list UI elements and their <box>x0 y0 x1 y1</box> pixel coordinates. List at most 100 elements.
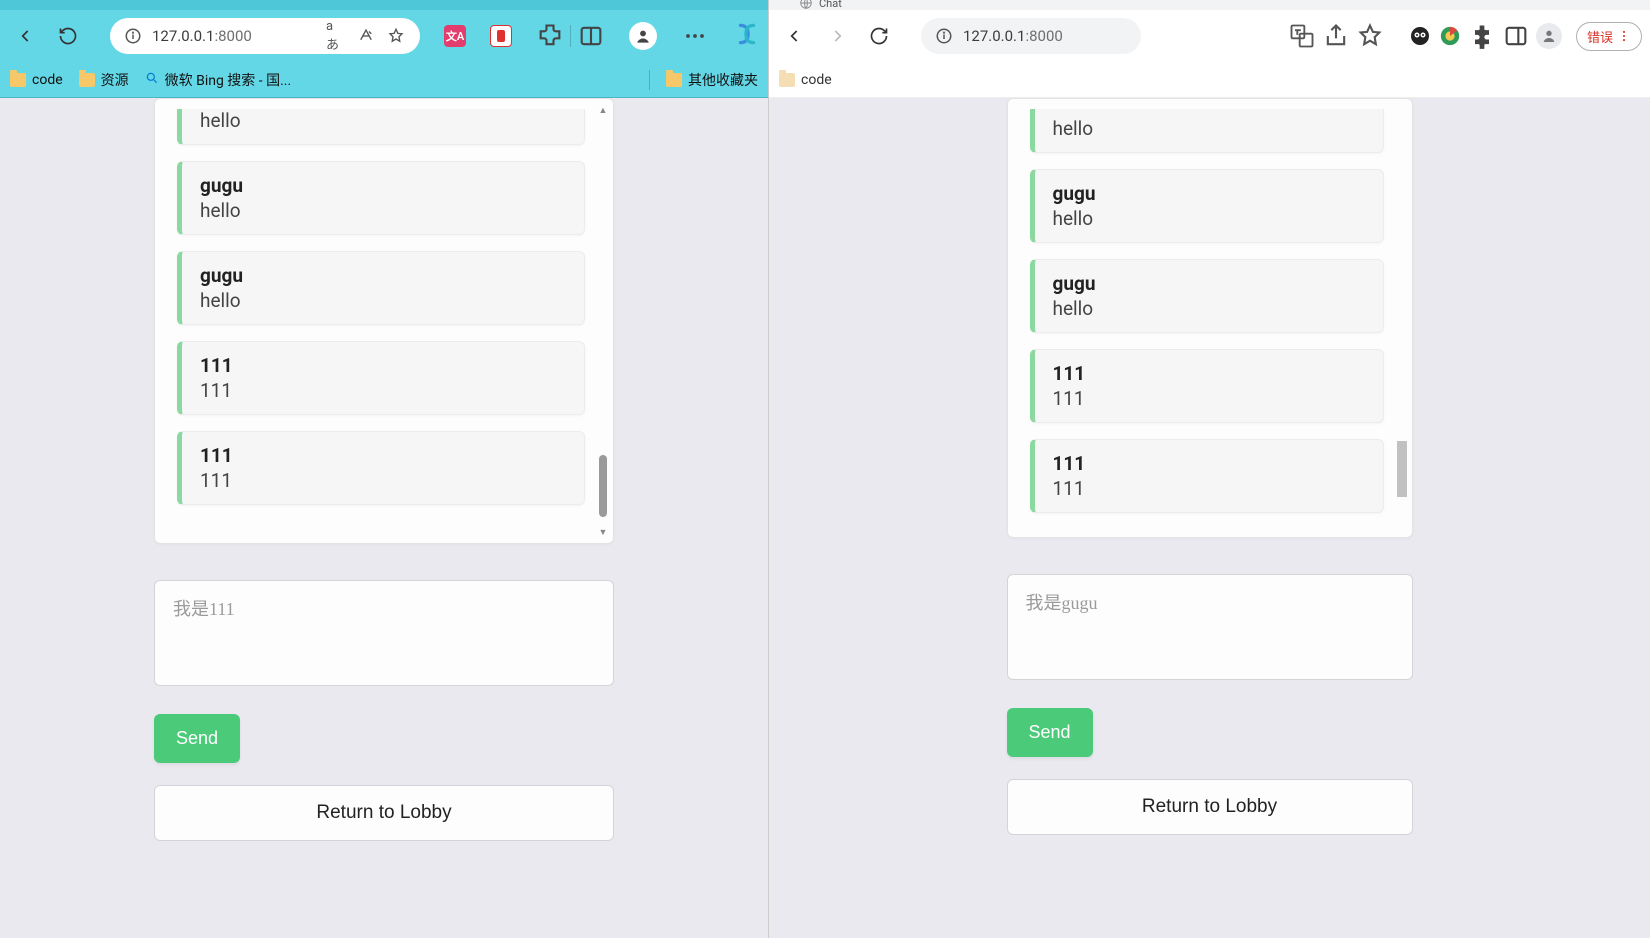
folder-icon <box>10 73 26 87</box>
return-lobby-button[interactable]: Return to Lobby <box>154 785 614 841</box>
tab[interactable]: Chat <box>799 0 842 10</box>
tab-strip <box>0 0 768 10</box>
bookmark-label: code <box>801 72 832 88</box>
translate-icon[interactable] <box>1288 22 1316 50</box>
bookmark-folder[interactable]: code <box>779 72 832 88</box>
back-button[interactable] <box>777 18 813 54</box>
message-text: 111 <box>200 379 566 402</box>
message-sender: gugu <box>200 264 566 287</box>
message-text: hello <box>1053 207 1365 230</box>
chat-message: 111 111 <box>177 341 585 415</box>
extension-icon[interactable]: 文A <box>444 25 466 47</box>
scrollbar[interactable]: ▲ ▼ <box>597 105 609 537</box>
extensions-puzzle-icon[interactable] <box>1468 22 1496 50</box>
bookmark-overflow[interactable]: 其他收藏夹 <box>666 70 758 90</box>
forward-button <box>819 18 855 54</box>
message-text: hello <box>1053 117 1365 140</box>
globe-icon <box>799 0 813 10</box>
address-text: 127.0.0.1:8000 <box>152 27 252 45</box>
separator <box>649 70 650 90</box>
site-info-icon[interactable] <box>935 27 953 45</box>
chat-message: 111 111 <box>1030 439 1384 513</box>
refresh-button[interactable] <box>50 18 86 54</box>
read-aloud-icon[interactable] <box>356 26 376 46</box>
message-sender: gugu <box>1053 272 1365 295</box>
chat-scroll-area[interactable]: hello gugu hello gugu hello 111 111 <box>1024 109 1412 527</box>
scrollbar-thumb[interactable] <box>599 455 607 517</box>
folder-icon <box>79 73 95 87</box>
scrollbar[interactable] <box>1396 105 1408 531</box>
bookmark-label: 资源 <box>101 70 129 90</box>
return-lobby-button[interactable]: Return to Lobby <box>1007 779 1413 835</box>
page-content: hello gugu hello gugu hello 111 111 <box>0 98 768 938</box>
scroll-up-icon[interactable]: ▲ <box>597 105 609 115</box>
chat-app: hello gugu hello gugu hello 111 111 <box>154 98 614 841</box>
bookmark-folder[interactable]: 资源 <box>79 70 129 90</box>
chat-message: hello <box>177 109 585 145</box>
extension-icon[interactable] <box>1438 24 1462 48</box>
more-menu-icon[interactable] <box>681 22 709 50</box>
folder-icon <box>779 73 795 87</box>
favorite-star-icon[interactable] <box>1356 22 1384 50</box>
send-button[interactable]: Send <box>154 714 240 763</box>
error-indicator[interactable]: 错误 <box>1576 22 1642 51</box>
share-icon[interactable] <box>1322 22 1350 50</box>
message-sender: 111 <box>1053 362 1365 385</box>
message-text: hello <box>200 289 566 312</box>
chat-messages-panel: hello gugu hello gugu hello 111 111 <box>1007 98 1413 538</box>
profile-avatar[interactable] <box>1536 23 1562 49</box>
sidepanel-icon[interactable] <box>1502 22 1530 50</box>
extension-icon[interactable] <box>1408 24 1432 48</box>
chat-messages-panel: hello gugu hello gugu hello 111 111 <box>154 98 614 544</box>
scrollbar-thumb[interactable] <box>1397 441 1407 497</box>
message-sender: gugu <box>200 174 566 197</box>
address-bar[interactable]: 127.0.0.1:8000 aあ <box>110 18 420 54</box>
address-text: 127.0.0.1:8000 <box>963 27 1063 45</box>
page-content: hello gugu hello gugu hello 111 111 <box>769 98 1650 938</box>
bookmarks-bar: code 资源 微软 Bing 搜索 - 国... 其他收藏夹 <box>0 62 768 98</box>
message-sender: gugu <box>1053 182 1365 205</box>
message-sender: 111 <box>200 354 566 377</box>
translate-icon[interactable]: aあ <box>326 26 346 46</box>
bookmark-label: 微软 Bing 搜索 - 国... <box>165 70 292 90</box>
message-input[interactable] <box>154 580 614 686</box>
message-sender: 111 <box>200 444 566 467</box>
message-sender: 111 <box>1053 452 1365 475</box>
tab-strip: Chat <box>769 0 1650 10</box>
chat-message: gugu hello <box>1030 259 1384 333</box>
refresh-button[interactable] <box>861 18 897 54</box>
profile-avatar[interactable] <box>629 22 657 50</box>
chat-message: gugu hello <box>1030 169 1384 243</box>
browser-toolbar: 127.0.0.1:8000 错误 <box>769 10 1650 62</box>
copilot-icon[interactable] <box>734 21 760 51</box>
chat-message: 111 111 <box>177 431 585 505</box>
scroll-down-icon[interactable]: ▼ <box>597 527 609 537</box>
extension-icon[interactable] <box>490 25 512 47</box>
message-text: 111 <box>1053 387 1365 410</box>
message-text: hello <box>1053 297 1365 320</box>
bookmark-folder[interactable]: code <box>10 72 63 88</box>
favorite-star-icon[interactable] <box>386 26 406 46</box>
error-label: 错误 <box>1587 27 1613 46</box>
search-icon <box>145 71 159 89</box>
send-button[interactable]: Send <box>1007 708 1093 757</box>
site-info-icon[interactable] <box>124 27 142 45</box>
address-bar[interactable]: 127.0.0.1:8000 <box>921 18 1141 54</box>
bookmark-item[interactable]: 微软 Bing 搜索 - 国... <box>145 70 292 90</box>
bookmark-label: code <box>32 72 63 88</box>
message-text: hello <box>200 199 566 222</box>
split-screen-icon[interactable] <box>577 22 605 50</box>
message-input[interactable] <box>1007 574 1413 680</box>
message-text: hello <box>200 109 566 132</box>
message-text: 111 <box>1053 477 1365 500</box>
bookmarks-bar: code <box>769 62 1650 98</box>
folder-icon <box>666 73 682 87</box>
chat-message: gugu hello <box>177 161 585 235</box>
chat-message: hello <box>1030 109 1384 153</box>
chat-scroll-area[interactable]: hello gugu hello gugu hello 111 111 <box>171 109 613 533</box>
extensions-puzzle-icon[interactable] <box>536 22 564 50</box>
browser-window-left: 127.0.0.1:8000 aあ 文A code 资源 微软 Bing 搜索 … <box>0 0 768 938</box>
browser-toolbar: 127.0.0.1:8000 aあ 文A <box>0 10 768 62</box>
more-vert-icon <box>1617 29 1631 43</box>
back-button[interactable] <box>8 18 44 54</box>
